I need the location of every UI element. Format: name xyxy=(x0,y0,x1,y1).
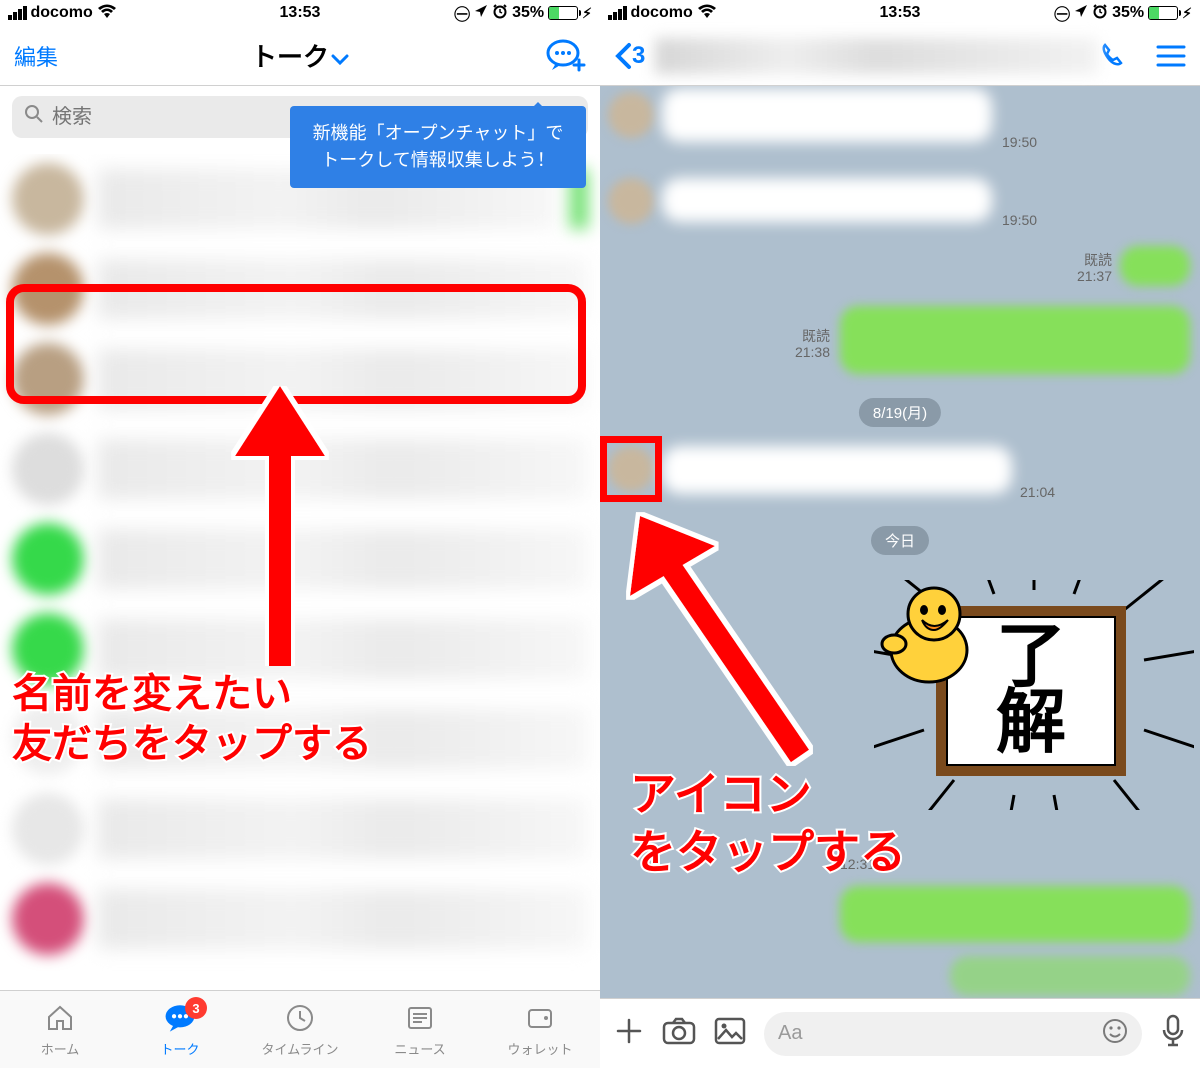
menu-icon[interactable] xyxy=(1156,44,1186,68)
message-time: 19:50 xyxy=(1002,134,1037,150)
wallet-icon xyxy=(523,1001,557,1035)
nav-bar: 編集 トーク xyxy=(0,26,600,86)
read-label: 既読 xyxy=(1084,250,1112,270)
battery-pct: 35% xyxy=(1112,4,1144,22)
image-icon[interactable] xyxy=(714,1017,746,1050)
message-time: 21:37 xyxy=(1077,268,1112,284)
message-time: 21:38 xyxy=(795,344,830,360)
charging-icon: ⚡︎ xyxy=(1182,5,1192,22)
message-bubble-out[interactable] xyxy=(840,306,1190,374)
signal-icon xyxy=(608,6,627,20)
back-button[interactable]: 3 xyxy=(614,42,645,70)
chat-row[interactable] xyxy=(0,514,600,604)
call-icon[interactable] xyxy=(1098,40,1130,72)
search-icon xyxy=(24,104,44,130)
message-bubble-out[interactable] xyxy=(840,886,1190,942)
date-separator: 今日 xyxy=(871,526,929,555)
annotation-arrow xyxy=(610,486,830,766)
tab-bar: ホーム 3 トーク タイムライン ニュース ウォレット xyxy=(0,990,600,1068)
chevron-down-icon xyxy=(331,42,349,73)
alarm-icon xyxy=(1092,3,1108,24)
sticker-text: 解 xyxy=(996,691,1066,758)
mic-icon[interactable] xyxy=(1160,1014,1186,1053)
message-time: 21:04 xyxy=(1020,484,1055,500)
message-bubble-in[interactable] xyxy=(662,88,992,142)
annotation-caption: アイコン をタップする xyxy=(630,766,906,881)
charging-icon: ⚡︎ xyxy=(582,5,592,22)
read-label: 既読 xyxy=(802,326,830,346)
message-bubble-in[interactable] xyxy=(662,178,992,222)
signal-icon xyxy=(8,6,27,20)
location-icon xyxy=(1074,4,1088,23)
message-input[interactable]: Aa xyxy=(764,1012,1142,1056)
camera-icon[interactable] xyxy=(662,1016,696,1051)
chat-row[interactable] xyxy=(0,874,600,964)
new-chat-icon[interactable] xyxy=(546,38,586,74)
avatar[interactable] xyxy=(608,92,654,138)
phone-right: docomo 13:53 ㊀ 35% ⚡︎ 3 xyxy=(600,0,1200,1068)
unread-badge: 3 xyxy=(185,997,207,1019)
sticker-text: 了 xyxy=(996,625,1066,692)
battery-pct: 35% xyxy=(512,4,544,22)
page-title: トーク xyxy=(0,37,600,74)
alarm-icon xyxy=(492,3,508,24)
chat-title-blurred xyxy=(655,38,1098,74)
tab-talk[interactable]: 3 トーク xyxy=(120,991,240,1068)
wifi-icon xyxy=(697,4,717,23)
location-icon xyxy=(474,4,488,23)
duck-character-icon xyxy=(874,580,984,690)
tab-timeline[interactable]: タイムライン xyxy=(240,991,360,1068)
orientation-lock-icon: ㊀ xyxy=(454,1,470,25)
battery-icon xyxy=(1148,6,1178,20)
chat-body: 19:50 19:50 既読 21:37 既読 21:38 8/19(月) 21… xyxy=(600,86,1200,998)
emoji-icon[interactable] xyxy=(1102,1018,1128,1049)
message-bubble-in[interactable] xyxy=(662,446,1012,494)
tab-home[interactable]: ホーム xyxy=(0,991,120,1068)
message-bubble-out[interactable] xyxy=(1120,246,1190,286)
carrier-label: docomo xyxy=(631,4,693,22)
wifi-icon xyxy=(97,4,117,23)
chat-row[interactable] xyxy=(0,244,600,334)
avatar[interactable] xyxy=(608,446,654,492)
timeline-icon xyxy=(283,1001,317,1035)
home-icon xyxy=(43,1001,77,1035)
talk-icon: 3 xyxy=(163,1001,197,1035)
date-separator: 8/19(月) xyxy=(859,398,941,427)
message-time: 19:50 xyxy=(1002,212,1037,228)
chat-row[interactable] xyxy=(0,334,600,424)
news-icon xyxy=(403,1001,437,1035)
avatar[interactable] xyxy=(608,178,654,224)
battery-icon xyxy=(548,6,578,20)
chat-row[interactable] xyxy=(0,784,600,874)
input-bar: Aa xyxy=(600,998,1200,1068)
openchat-tooltip[interactable]: 新機能「オープンチャット」で トークして情報収集しよう！ xyxy=(290,106,586,188)
nav-bar: 3 xyxy=(600,26,1200,86)
sticker[interactable]: 了 解 xyxy=(874,580,1194,810)
orientation-lock-icon: ㊀ xyxy=(1054,1,1070,25)
chat-row[interactable] xyxy=(0,424,600,514)
carrier-label: docomo xyxy=(31,4,93,22)
back-count: 3 xyxy=(632,42,645,70)
tab-news[interactable]: ニュース xyxy=(360,991,480,1068)
chat-list xyxy=(0,154,600,990)
status-bar: docomo 13:53 ㊀ 35% ⚡︎ xyxy=(0,0,600,26)
edit-button[interactable]: 編集 xyxy=(14,40,58,72)
placeholder: Aa xyxy=(778,1022,802,1045)
status-bar: docomo 13:53 ㊀ 35% ⚡︎ xyxy=(600,0,1200,26)
message-bubble-out[interactable] xyxy=(950,956,1190,996)
tab-wallet[interactable]: ウォレット xyxy=(480,991,600,1068)
phone-left: docomo 13:53 ㊀ 35% ⚡︎ 編集 xyxy=(0,0,600,1068)
search-field[interactable] xyxy=(52,106,317,129)
annotation-caption: 名前を変えたい 友だちをタップする xyxy=(12,669,372,769)
plus-icon[interactable] xyxy=(614,1016,644,1051)
